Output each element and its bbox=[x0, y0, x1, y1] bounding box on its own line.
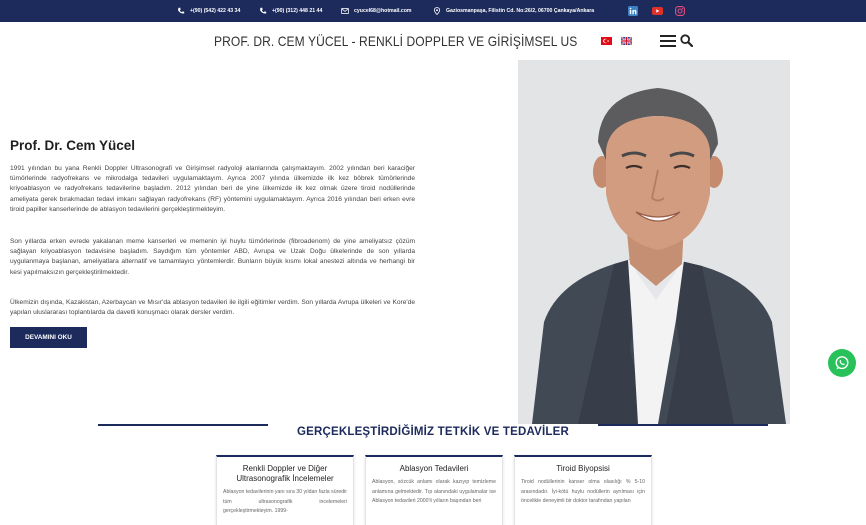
linkedin-icon bbox=[628, 6, 638, 16]
turkish-flag-icon[interactable] bbox=[601, 37, 612, 45]
address-text: Gaziosmanpaşa, Filistin Cd. No:26/2, 067… bbox=[446, 8, 595, 14]
bio-paragraph-1: 1991 yılından bu yana Renkli Doppler Ult… bbox=[10, 165, 415, 213]
contact-phone-2[interactable]: +(90) (312) 448 21 44 bbox=[259, 0, 322, 22]
email-text: cyucel68@hotmail.com bbox=[354, 8, 412, 14]
mail-icon bbox=[341, 8, 349, 14]
card-text: Ablasyon tedavilerinin yanı sıra 30 yıld… bbox=[223, 489, 347, 514]
phone-2-text: +(90) (312) 448 21 44 bbox=[272, 8, 323, 14]
bio-paragraph-3: Ülkemizin dışında, Kazakistan, Azerbayca… bbox=[10, 299, 415, 317]
whatsapp-button[interactable] bbox=[828, 349, 856, 377]
hamburger-menu-icon[interactable] bbox=[660, 34, 676, 48]
location-icon bbox=[434, 7, 440, 15]
contact-address[interactable]: Gaziosmanpaşa, Filistin Cd. No:26/2, 067… bbox=[433, 0, 594, 22]
profile-name: Prof. Dr. Cem Yücel bbox=[10, 138, 136, 153]
site-header: PROF. DR. CEM YÜCEL - RENKLİ DOPPLER VE … bbox=[0, 22, 866, 60]
linkedin-link[interactable] bbox=[626, 4, 640, 18]
site-title[interactable]: PROF. DR. CEM YÜCEL - RENKLİ DOPPLER VE … bbox=[214, 33, 577, 49]
instagram-link[interactable] bbox=[673, 4, 687, 18]
phone-icon bbox=[178, 7, 185, 14]
top-contact-bar: +(90) (542) 422 43 34 +(90) (312) 448 21… bbox=[0, 0, 866, 22]
contact-email[interactable]: cyucel68@hotmail.com bbox=[341, 0, 412, 22]
phone-icon bbox=[260, 7, 267, 14]
portrait-illustration bbox=[518, 60, 790, 424]
uk-flag-icon[interactable] bbox=[621, 37, 632, 45]
youtube-link[interactable] bbox=[650, 4, 664, 18]
youtube-icon bbox=[651, 7, 663, 15]
card-text: Tiroid nodüllerinin kanser olma olasılığ… bbox=[521, 479, 645, 504]
phone-1-text: +(90) (542) 422 43 34 bbox=[190, 8, 241, 14]
card-title: Ablasyon Tedavileri bbox=[399, 464, 469, 473]
card-title: Renkli Doppler ve Diğer Ultrasonografik … bbox=[236, 464, 334, 483]
bio-paragraph-2: Son yıllarda erken evrede yakalanan meme… bbox=[10, 238, 415, 276]
doctor-portrait-photo bbox=[518, 60, 790, 424]
read-more-button[interactable]: DEVAMINI OKU bbox=[10, 327, 87, 348]
whatsapp-icon bbox=[835, 356, 849, 370]
card-text: Ablasyon, sözcük anlamı olarak kazıyıp t… bbox=[372, 479, 496, 504]
card-title: Tiroid Biyopsisi bbox=[556, 464, 610, 473]
services-section-title: GERÇEKLEŞTİRDİĞİMİZ TETKİK VE TEDAVİLER bbox=[296, 426, 570, 438]
search-icon[interactable] bbox=[680, 34, 693, 47]
contact-phone-1[interactable]: +(90) (542) 422 43 34 bbox=[177, 0, 240, 22]
instagram-icon bbox=[675, 6, 685, 16]
